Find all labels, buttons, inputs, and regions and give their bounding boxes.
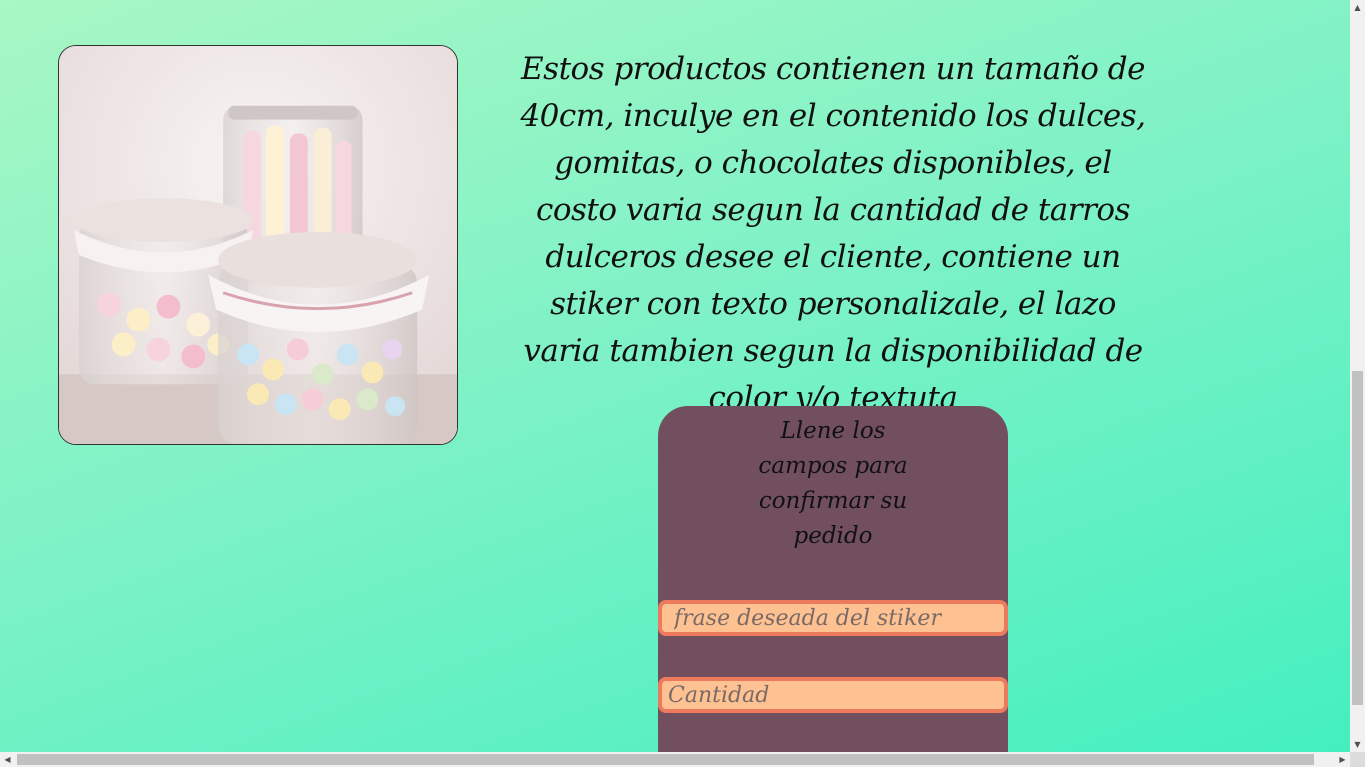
page-viewport: Estos productos contienen un tamaño de 4…	[0, 0, 1350, 752]
horizontal-scroll-thumb[interactable]	[17, 754, 1314, 765]
vertical-scrollbar[interactable]: ▲ ▼	[1350, 0, 1365, 752]
scroll-down-icon[interactable]: ▼	[1350, 737, 1365, 752]
order-form-panel: Llene los campos para confirmar su pedid…	[658, 406, 1008, 752]
candy-jars-photo	[58, 45, 458, 445]
product-description: Estos productos contienen un tamaño de 4…	[520, 51, 1146, 416]
candy-jars-illustration	[59, 46, 457, 444]
vertical-scroll-thumb[interactable]	[1352, 371, 1363, 705]
quantity-input[interactable]	[658, 677, 1008, 713]
order-form-title: Llene los campos para confirmar su pedid…	[758, 418, 908, 549]
scroll-right-icon[interactable]: ▶	[1335, 752, 1350, 767]
scrollbar-corner	[1350, 752, 1365, 767]
horizontal-scrollbar[interactable]: ◀ ▶	[0, 752, 1350, 767]
scroll-up-icon[interactable]: ▲	[1350, 0, 1365, 15]
scroll-left-icon[interactable]: ◀	[0, 752, 15, 767]
sticker-phrase-input[interactable]	[658, 600, 1008, 636]
